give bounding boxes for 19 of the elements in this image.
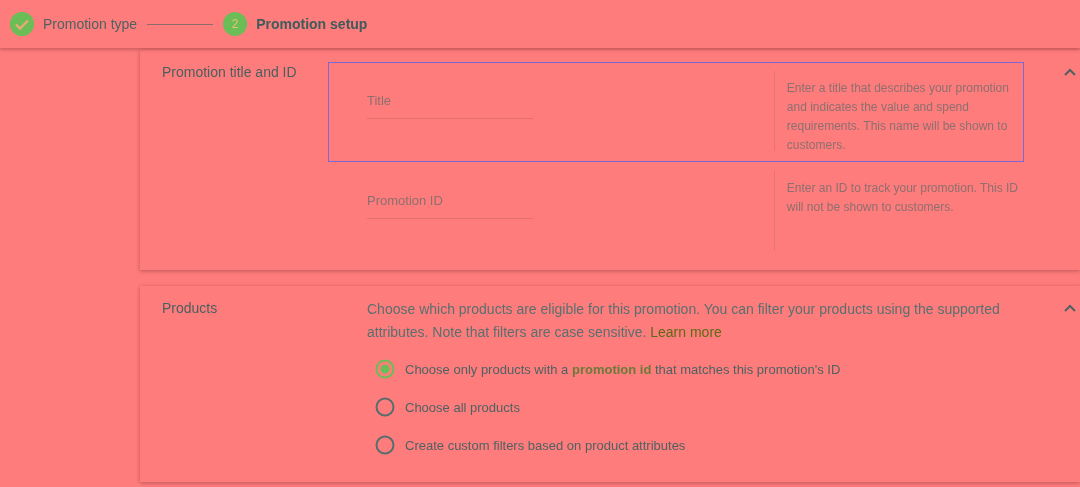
option-label: Create custom filters based on product attributes xyxy=(405,437,686,453)
learn-more-link[interactable]: Learn more xyxy=(650,324,722,340)
description-text: Choose which products are eligible for this promotion. You can filter your products using the supported attributes. Note that filters are case sensitive. Learn more xyxy=(367,300,1001,342)
section-heading: Products xyxy=(162,300,218,316)
collapse-chevron-icon[interactable] xyxy=(1064,68,1076,76)
collapse-chevron-icon[interactable] xyxy=(1064,304,1076,312)
step-label[interactable]: Promotion setup xyxy=(256,16,368,32)
section-heading: Promotion title and ID xyxy=(162,64,297,80)
help-text: Enter a title that describes your promotion and indicates the value and spend requirements. This name will be shown to customers. xyxy=(773,71,1023,151)
text-field[interactable]: Title xyxy=(367,85,533,119)
step-label[interactable]: Promotion type xyxy=(43,16,138,32)
radio-button[interactable] xyxy=(375,359,395,379)
help-text: Enter an ID to track your promotion. This ID will not be shown to customers. xyxy=(773,171,1023,251)
text-field[interactable]: Promotion ID xyxy=(367,185,533,219)
option-label: Choose all products xyxy=(405,399,520,415)
option-label: Choose only products with a promotion id that matches this promotion's ID xyxy=(405,361,841,377)
radio-button[interactable] xyxy=(375,397,395,417)
step-number: 2 xyxy=(223,12,248,36)
radio-button[interactable] xyxy=(375,435,395,455)
